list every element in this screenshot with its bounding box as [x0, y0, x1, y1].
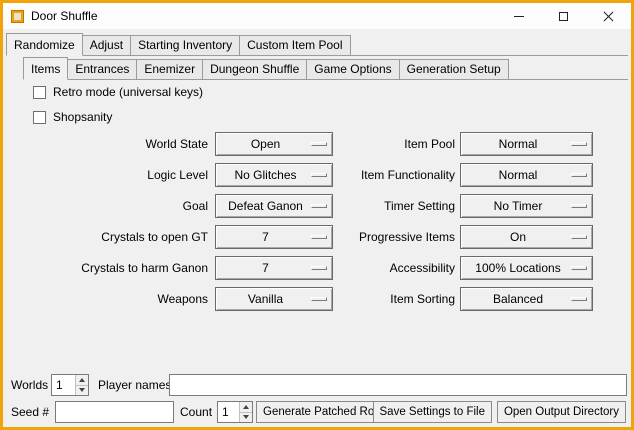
dropdown-timer-setting[interactable]: No Timer: [460, 194, 593, 218]
maximize-icon: [559, 12, 568, 21]
up-arrow-icon: [79, 378, 85, 382]
worlds-spinner-down[interactable]: [76, 385, 88, 396]
titlebar[interactable]: Door Shuffle: [3, 3, 631, 29]
dropdown-indicator-icon: [571, 266, 587, 270]
minimize-button[interactable]: [496, 3, 541, 29]
seed-label: Seed #: [11, 401, 49, 423]
up-arrow-icon: [243, 405, 249, 409]
dropdown-indicator-icon: [571, 235, 587, 239]
tab-starting-inventory[interactable]: Starting Inventory: [130, 35, 240, 56]
subtab-dungeon-shuffle[interactable]: Dungeon Shuffle: [202, 59, 307, 80]
subtab-generation-setup[interactable]: Generation Setup: [399, 59, 509, 80]
player-names-label: Player names: [98, 374, 171, 396]
subtab-game-options[interactable]: Game Options: [306, 59, 399, 80]
open-output-directory-button[interactable]: Open Output Directory: [497, 401, 626, 423]
save-settings-button[interactable]: Save Settings to File: [373, 401, 492, 423]
item-sorting-label: Item Sorting: [339, 287, 455, 311]
retro-mode-row: Retro mode (universal keys): [33, 84, 203, 100]
dropdown-item-functionality[interactable]: Normal: [460, 163, 593, 187]
crystals-ganon-label: Crystals to harm Ganon: [3, 256, 208, 280]
goal-label: Goal: [3, 194, 208, 218]
count-value: 1: [218, 402, 239, 422]
count-spinner[interactable]: 1: [217, 401, 253, 423]
count-spinner-up[interactable]: [240, 402, 252, 412]
count-label: Count: [180, 401, 212, 423]
worlds-value: 1: [52, 375, 75, 395]
dropdown-indicator-icon: [311, 173, 327, 177]
worlds-label: Worlds: [11, 374, 48, 396]
close-icon: [603, 11, 614, 22]
dropdown-indicator-icon: [571, 204, 587, 208]
app-icon: [11, 10, 24, 23]
dropdown-world-state[interactable]: Open: [215, 132, 333, 156]
dropdown-indicator-icon: [311, 297, 327, 301]
worlds-spinner[interactable]: 1: [51, 374, 89, 396]
minimize-icon: [514, 16, 524, 17]
worlds-spinner-up[interactable]: [76, 375, 88, 385]
retro-mode-label: Retro mode (universal keys): [53, 85, 203, 99]
crystals-gt-label: Crystals to open GT: [3, 225, 208, 249]
dropdown-indicator-icon: [311, 204, 327, 208]
shopsanity-label: Shopsanity: [53, 110, 112, 124]
count-spinner-down[interactable]: [240, 412, 252, 423]
item-functionality-label: Item Functionality: [339, 163, 455, 187]
subtab-entrances[interactable]: Entrances: [67, 59, 137, 80]
window-controls: [496, 3, 631, 29]
shopsanity-checkbox[interactable]: [33, 111, 46, 124]
window-content: Randomize Adjust Starting Inventory Cust…: [3, 29, 631, 427]
dropdown-indicator-icon: [311, 235, 327, 239]
dropdown-weapons[interactable]: Vanilla: [215, 287, 333, 311]
item-pool-label: Item Pool: [339, 132, 455, 156]
dropdown-crystals-gt[interactable]: 7: [215, 225, 333, 249]
tab-randomize[interactable]: Randomize: [6, 33, 83, 56]
maximize-button[interactable]: [541, 3, 586, 29]
window-title: Door Shuffle: [31, 9, 98, 23]
dropdown-goal[interactable]: Defeat Ganon: [215, 194, 333, 218]
subtab-enemizer[interactable]: Enemizer: [136, 59, 203, 80]
tab-adjust[interactable]: Adjust: [82, 35, 131, 56]
progressive-items-label: Progressive Items: [339, 225, 455, 249]
dropdown-indicator-icon: [311, 142, 327, 146]
dropdown-item-sorting[interactable]: Balanced: [460, 287, 593, 311]
sub-tabstrip: Items Entrances Enemizer Dungeon Shuffle…: [23, 57, 628, 80]
accessibility-label: Accessibility: [339, 256, 455, 280]
dropdown-crystals-ganon[interactable]: 7: [215, 256, 333, 280]
dropdown-logic-level[interactable]: No Glitches: [215, 163, 333, 187]
dropdown-indicator-icon: [571, 297, 587, 301]
dropdown-indicator-icon: [571, 173, 587, 177]
dropdown-accessibility[interactable]: 100% Locations: [460, 256, 593, 280]
down-arrow-icon: [79, 388, 85, 392]
shopsanity-row: Shopsanity: [33, 109, 112, 125]
door-shuffle-window: Door Shuffle Randomize Adjust Starting I…: [0, 0, 634, 430]
logic-level-label: Logic Level: [3, 163, 208, 187]
weapons-label: Weapons: [3, 287, 208, 311]
seed-input[interactable]: [55, 401, 174, 423]
close-button[interactable]: [586, 3, 631, 29]
dropdown-indicator-icon: [311, 266, 327, 270]
world-state-label: World State: [3, 132, 208, 156]
generate-patched-rom-button[interactable]: Generate Patched Rom: [256, 401, 391, 423]
subtab-items[interactable]: Items: [23, 57, 68, 80]
down-arrow-icon: [243, 415, 249, 419]
tab-custom-item-pool[interactable]: Custom Item Pool: [239, 35, 350, 56]
main-tabstrip: Randomize Adjust Starting Inventory Cust…: [6, 33, 628, 56]
dropdown-item-pool[interactable]: Normal: [460, 132, 593, 156]
dropdown-indicator-icon: [571, 142, 587, 146]
timer-setting-label: Timer Setting: [339, 194, 455, 218]
dropdown-progressive-items[interactable]: On: [460, 225, 593, 249]
retro-mode-checkbox[interactable]: [33, 86, 46, 99]
player-names-input[interactable]: [169, 374, 627, 396]
